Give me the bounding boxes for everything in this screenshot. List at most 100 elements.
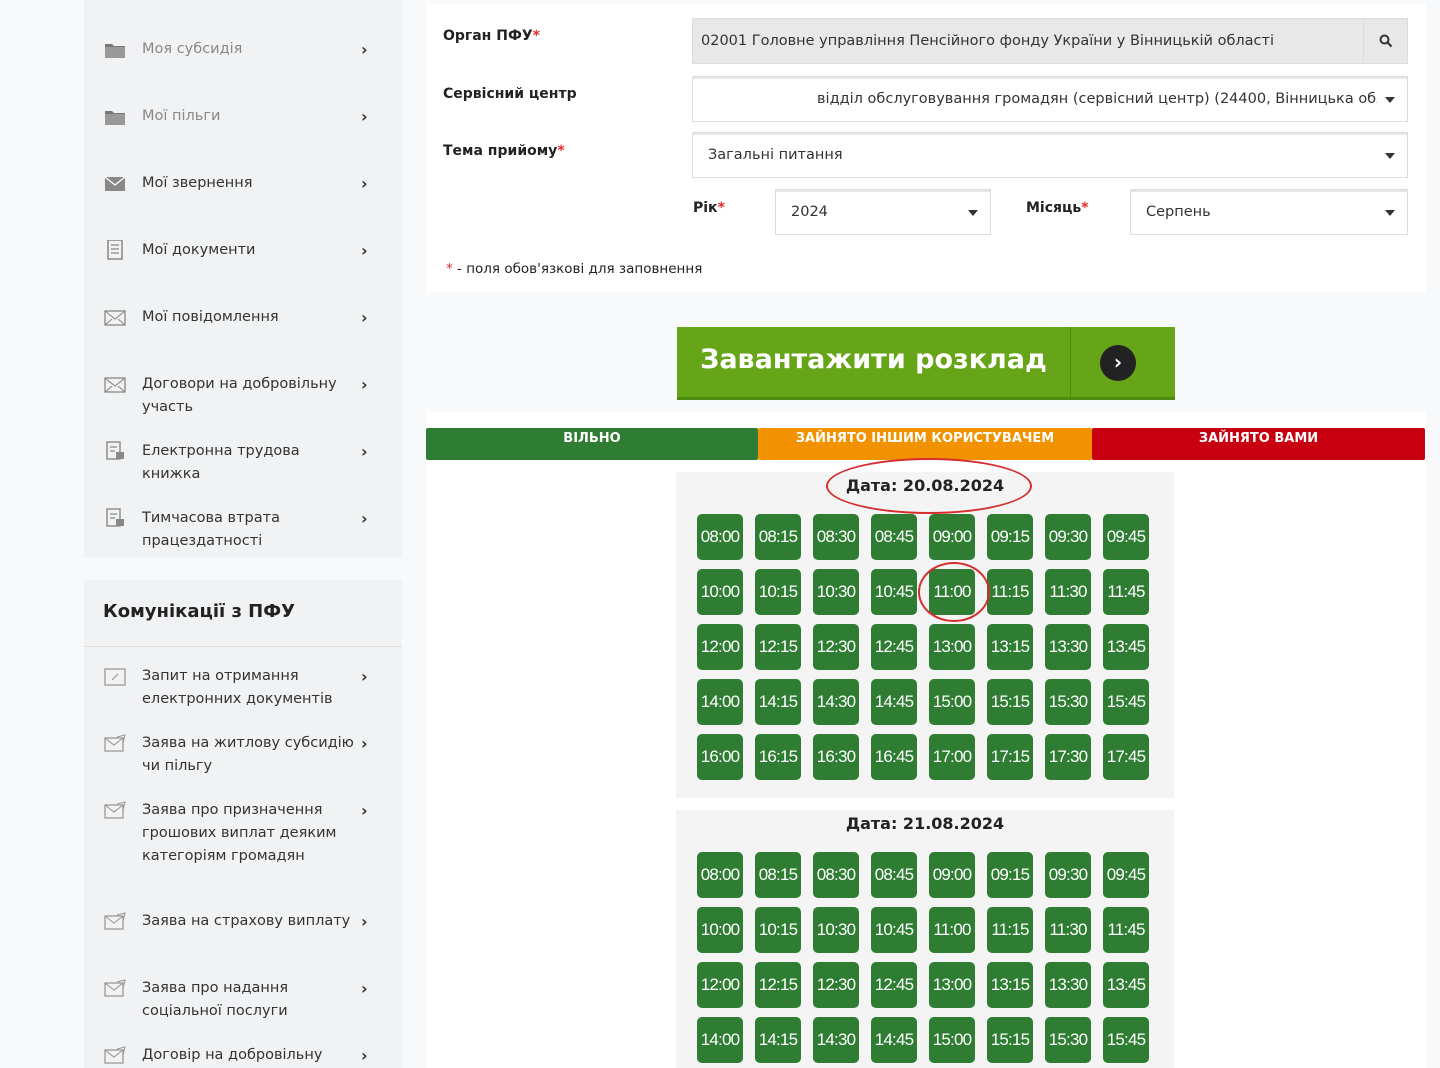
chevron-right-icon: › <box>361 667 368 686</box>
year-label: Рік* <box>693 200 725 216</box>
chevron-right-icon: › <box>361 734 368 753</box>
chevron-down-icon <box>968 210 978 216</box>
time-slot-button[interactable]: 14:30 <box>813 1017 859 1063</box>
send-envelope-icon <box>104 979 126 997</box>
sidebar-item-label: Запит на отримання електронних документі… <box>142 668 333 707</box>
folder-icon <box>105 111 125 125</box>
time-slot-button[interactable]: 12:30 <box>813 962 859 1008</box>
chevron-down-icon <box>1385 210 1395 216</box>
month-select[interactable]: Серпень <box>1130 189 1408 235</box>
load-schedule-button[interactable]: Завантажити розклад › <box>677 327 1175 400</box>
time-slot-button[interactable]: 15:15 <box>987 679 1033 725</box>
time-slot-button[interactable]: 15:30 <box>1045 679 1091 725</box>
time-slot-button[interactable]: 10:15 <box>755 569 801 615</box>
time-slot-button[interactable]: 17:00 <box>929 734 975 780</box>
schedule-panel: ВІЛЬНО ЗАЙНЯТО ІНШИМ КОРИСТУВАЧЕМ ЗАЙНЯТ… <box>426 412 1426 1068</box>
time-slot-button[interactable]: 14:45 <box>871 679 917 725</box>
time-slot-button[interactable]: 12:00 <box>697 624 743 670</box>
time-slot-button[interactable]: 16:00 <box>697 734 743 780</box>
arrow-right-icon: › <box>1100 345 1136 381</box>
chevron-right-icon: › <box>361 442 368 461</box>
service-center-value: відділ обслуговування громадян (сервісни… <box>817 91 1377 107</box>
sidebar-item-label: Заява на житлову субсидію чи пільгу <box>142 735 354 774</box>
organ-search-button[interactable] <box>1363 19 1407 63</box>
time-slot-button[interactable]: 13:45 <box>1103 624 1149 670</box>
time-slot-button[interactable]: 14:00 <box>697 679 743 725</box>
time-slot-button[interactable]: 17:15 <box>987 734 1033 780</box>
time-slot-button[interactable]: 08:45 <box>871 514 917 560</box>
time-slot-button[interactable]: 12:45 <box>871 624 917 670</box>
time-slot-button[interactable]: 11:45 <box>1103 569 1149 615</box>
time-slot-button[interactable]: 13:30 <box>1045 962 1091 1008</box>
time-slot-button[interactable]: 14:15 <box>755 1017 801 1063</box>
time-slot-button[interactable]: 13:15 <box>987 962 1033 1008</box>
time-slot-button[interactable]: 12:15 <box>755 624 801 670</box>
time-slot-button[interactable]: 09:00 <box>929 852 975 898</box>
time-slot-button[interactable]: 08:15 <box>755 514 801 560</box>
workbook-icon <box>106 441 124 460</box>
time-slot-button[interactable]: 12:00 <box>697 962 743 1008</box>
time-slot-button[interactable]: 11:45 <box>1103 907 1149 953</box>
time-slot-button[interactable]: 08:45 <box>871 852 917 898</box>
time-slot-button[interactable]: 14:30 <box>813 679 859 725</box>
time-slot-button[interactable]: 11:15 <box>987 569 1033 615</box>
time-slot-button[interactable]: 09:45 <box>1103 514 1149 560</box>
time-slot-button[interactable]: 09:30 <box>1045 852 1091 898</box>
time-slot-button[interactable]: 08:00 <box>697 514 743 560</box>
time-slot-button[interactable]: 14:45 <box>871 1017 917 1063</box>
time-slot-button[interactable]: 14:00 <box>697 1017 743 1063</box>
year-select[interactable]: 2024 <box>775 189 991 235</box>
time-slot-button[interactable]: 17:30 <box>1045 734 1091 780</box>
time-slot-button[interactable]: 15:30 <box>1045 1017 1091 1063</box>
time-slot-button[interactable]: 13:15 <box>987 624 1033 670</box>
time-slot-button[interactable]: 10:00 <box>697 907 743 953</box>
time-slot-button[interactable]: 08:30 <box>813 852 859 898</box>
time-slot-button[interactable]: 16:15 <box>755 734 801 780</box>
time-slot-button[interactable]: 09:15 <box>987 852 1033 898</box>
sidebar-communications: Комунікації з ПФУ Запит на отримання еле… <box>84 580 402 1068</box>
time-slot-button[interactable]: 13:45 <box>1103 962 1149 1008</box>
time-slot-button[interactable]: 11:00 <box>929 569 975 615</box>
time-slot-button[interactable]: 09:00 <box>929 514 975 560</box>
time-slot-button[interactable]: 17:45 <box>1103 734 1149 780</box>
button-divider <box>1070 327 1071 397</box>
topic-value: Загальні питання <box>708 147 843 163</box>
time-slot-button[interactable]: 08:30 <box>813 514 859 560</box>
time-slot-button[interactable]: 09:30 <box>1045 514 1091 560</box>
time-slot-button[interactable]: 11:15 <box>987 907 1033 953</box>
time-slot-grid: 08:00 08:15 08:30 08:45 09:00 09:15 09:30 09:45… <box>697 514 1149 780</box>
sidebar-item-label: Заява на страхову виплату <box>142 913 351 929</box>
time-slot-button[interactable]: 15:15 <box>987 1017 1033 1063</box>
time-slot-button[interactable]: 12:15 <box>755 962 801 1008</box>
time-slot-button[interactable]: 15:00 <box>929 1017 975 1063</box>
time-slot-button[interactable]: 16:30 <box>813 734 859 780</box>
organ-pfu-field[interactable]: 02001 Головне управління Пенсійного фонд… <box>692 18 1408 64</box>
time-slot-button[interactable]: 15:45 <box>1103 679 1149 725</box>
service-center-select[interactable]: відділ обслуговування громадян (сервісни… <box>692 76 1408 122</box>
time-slot-button[interactable]: 14:15 <box>755 679 801 725</box>
chevron-right-icon: › <box>361 308 368 327</box>
time-slot-button[interactable]: 08:15 <box>755 852 801 898</box>
time-slot-button[interactable]: 10:45 <box>871 569 917 615</box>
time-slot-button[interactable]: 11:00 <box>929 907 975 953</box>
time-slot-button[interactable]: 10:45 <box>871 907 917 953</box>
time-slot-button[interactable]: 13:00 <box>929 624 975 670</box>
time-slot-button[interactable]: 10:15 <box>755 907 801 953</box>
time-slot-button[interactable]: 10:30 <box>813 907 859 953</box>
time-slot-button[interactable]: 10:00 <box>697 569 743 615</box>
time-slot-button[interactable]: 13:30 <box>1045 624 1091 670</box>
time-slot-button[interactable]: 10:30 <box>813 569 859 615</box>
topic-select[interactable]: Загальні питання <box>692 132 1408 178</box>
time-slot-button[interactable]: 16:45 <box>871 734 917 780</box>
time-slot-button[interactable]: 08:00 <box>697 852 743 898</box>
time-slot-button[interactable]: 11:30 <box>1045 907 1091 953</box>
time-slot-button[interactable]: 15:45 <box>1103 1017 1149 1063</box>
sidebar-item-label: Мої звернення <box>142 175 253 191</box>
time-slot-button[interactable]: 09:45 <box>1103 852 1149 898</box>
time-slot-button[interactable]: 09:15 <box>987 514 1033 560</box>
time-slot-button[interactable]: 12:30 <box>813 624 859 670</box>
time-slot-button[interactable]: 12:45 <box>871 962 917 1008</box>
time-slot-button[interactable]: 11:30 <box>1045 569 1091 615</box>
time-slot-button[interactable]: 13:00 <box>929 962 975 1008</box>
time-slot-button[interactable]: 15:00 <box>929 679 975 725</box>
